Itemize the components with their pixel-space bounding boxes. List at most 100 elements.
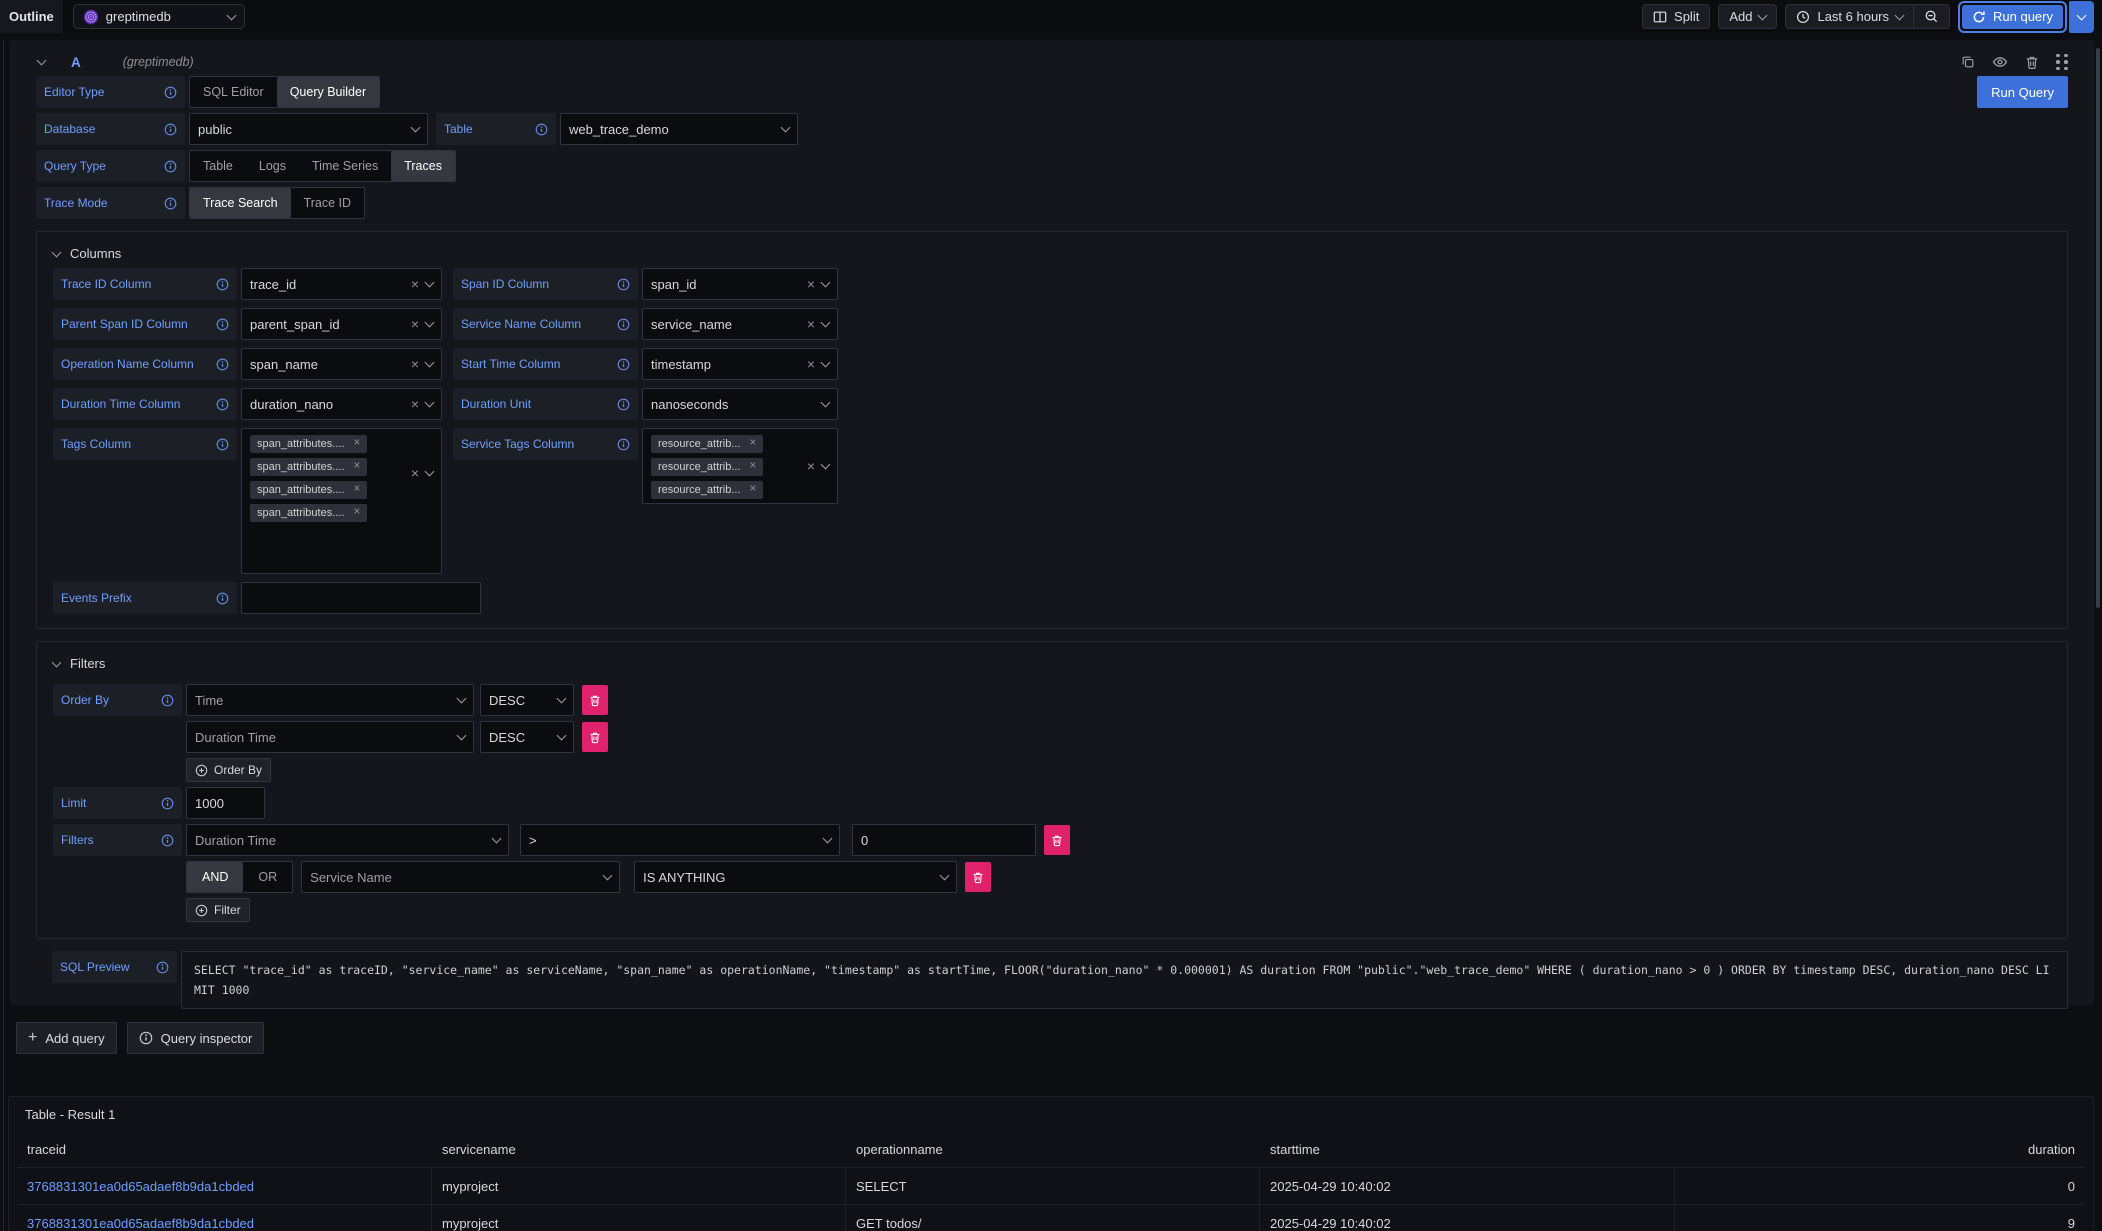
service-tag-chip[interactable]: resource_attrib...×: [651, 481, 763, 499]
info-icon[interactable]: [161, 694, 174, 707]
service-tag-chip[interactable]: resource_attrib...×: [651, 458, 763, 476]
clear-icon[interactable]: ×: [807, 317, 815, 331]
info-icon[interactable]: [216, 438, 229, 451]
run-query-button[interactable]: Run query: [1962, 5, 2063, 29]
info-icon[interactable]: [164, 160, 177, 173]
outline-button[interactable]: Outline: [0, 0, 63, 33]
run-query-editor-button[interactable]: Run Query: [1977, 76, 2068, 108]
filter-operator-select-2[interactable]: IS ANYTHING: [634, 861, 957, 893]
database-select[interactable]: public: [189, 113, 428, 145]
tag-chip[interactable]: span_attributes....×: [250, 435, 367, 453]
info-icon[interactable]: [216, 358, 229, 371]
filter-operator-select[interactable]: >: [520, 824, 840, 856]
info-icon[interactable]: [535, 123, 548, 136]
service-tags-column-multiselect[interactable]: resource_attrib...× resource_attrib...× …: [642, 428, 838, 504]
trace-mode-option-id[interactable]: Trace ID: [291, 188, 364, 218]
query-type-option-logs[interactable]: Logs: [246, 151, 299, 181]
filters-section-header[interactable]: Filters: [53, 648, 2051, 678]
column-header-traceid[interactable]: traceid: [17, 1131, 432, 1167]
clear-icon[interactable]: ×: [411, 277, 419, 291]
info-icon[interactable]: [216, 592, 229, 605]
datasource-picker[interactable]: greptimedb: [73, 4, 245, 29]
clear-icon[interactable]: ×: [411, 397, 419, 411]
info-icon[interactable]: [617, 358, 630, 371]
run-query-dropdown-button[interactable]: [2069, 1, 2094, 33]
column-header-duration[interactable]: duration: [1675, 1131, 2085, 1167]
trace-mode-option-search[interactable]: Trace Search: [190, 188, 291, 218]
remove-chip-icon[interactable]: ×: [750, 438, 757, 450]
clear-all-icon[interactable]: ×: [411, 466, 419, 480]
info-icon[interactable]: [164, 197, 177, 210]
remove-chip-icon[interactable]: ×: [353, 507, 360, 519]
query-type-option-traces[interactable]: Traces: [391, 151, 455, 181]
remove-chip-icon[interactable]: ×: [750, 461, 757, 473]
logic-option-or[interactable]: OR: [243, 862, 292, 892]
info-icon[interactable]: [617, 278, 630, 291]
editor-type-option-query-builder[interactable]: Query Builder: [277, 77, 379, 107]
hide-query-icon[interactable]: [1992, 54, 2008, 70]
remove-filter-button-1[interactable]: [1044, 825, 1070, 855]
table-select[interactable]: web_trace_demo: [560, 113, 798, 145]
add-query-button[interactable]: + Add query: [16, 1022, 117, 1054]
info-icon[interactable]: [617, 318, 630, 331]
duplicate-query-icon[interactable]: [1961, 55, 1975, 69]
remove-filter-button-2[interactable]: [965, 862, 991, 892]
editor-type-option-sql-editor[interactable]: SQL Editor: [190, 77, 277, 107]
clear-icon[interactable]: ×: [807, 357, 815, 371]
query-type-option-time-series[interactable]: Time Series: [299, 151, 391, 181]
filter-value-input[interactable]: [852, 824, 1036, 856]
trace-id-link[interactable]: 3768831301ea0d65adaef8b9da1cbded: [17, 1168, 432, 1204]
query-type-option-table[interactable]: Table: [190, 151, 246, 181]
remove-order-by-button-2[interactable]: [582, 722, 608, 752]
tags-column-multiselect[interactable]: span_attributes....× span_attributes....…: [241, 428, 442, 574]
add-button[interactable]: Add: [1718, 4, 1777, 29]
operation-name-column-select[interactable]: span_name×: [241, 348, 442, 380]
tag-chip[interactable]: span_attributes....×: [250, 481, 367, 499]
vertical-scrollbar[interactable]: [2096, 48, 2100, 608]
add-order-by-button[interactable]: Order By: [186, 758, 271, 782]
column-header-starttime[interactable]: starttime: [1260, 1131, 1675, 1167]
collapse-row-icon[interactable]: [37, 56, 47, 66]
column-header-operationname[interactable]: operationname: [846, 1131, 1260, 1167]
span-id-column-select[interactable]: span_id×: [642, 268, 838, 300]
clear-icon[interactable]: ×: [411, 357, 419, 371]
remove-chip-icon[interactable]: ×: [353, 461, 360, 473]
limit-input[interactable]: [186, 787, 265, 819]
remove-chip-icon[interactable]: ×: [353, 484, 360, 496]
order-by-direction-select-2[interactable]: DESC: [480, 721, 574, 753]
service-name-column-select[interactable]: service_name×: [642, 308, 838, 340]
service-tag-chip[interactable]: resource_attrib...×: [651, 435, 763, 453]
info-icon[interactable]: [216, 318, 229, 331]
delete-query-icon[interactable]: [2025, 55, 2039, 70]
info-icon[interactable]: [161, 834, 174, 847]
clear-icon[interactable]: ×: [411, 317, 419, 331]
order-by-direction-select-1[interactable]: DESC: [480, 684, 574, 716]
column-header-servicename[interactable]: servicename: [432, 1131, 846, 1167]
info-icon[interactable]: [164, 123, 177, 136]
info-icon[interactable]: [617, 398, 630, 411]
order-by-field-select-2[interactable]: Duration Time: [186, 721, 474, 753]
events-prefix-input[interactable]: [241, 582, 481, 614]
clear-all-icon[interactable]: ×: [807, 459, 815, 473]
time-range-picker[interactable]: Last 6 hours: [1785, 4, 1913, 29]
query-ref-id[interactable]: A: [71, 55, 81, 70]
tag-chip[interactable]: span_attributes....×: [250, 504, 367, 522]
split-button[interactable]: Split: [1642, 4, 1710, 29]
info-icon[interactable]: [164, 86, 177, 99]
filter-field-select-2[interactable]: Service Name: [301, 861, 620, 893]
logic-option-and[interactable]: AND: [187, 862, 243, 892]
zoom-out-time-button[interactable]: [1913, 4, 1950, 29]
trace-id-column-select[interactable]: trace_id×: [241, 268, 442, 300]
remove-order-by-button-1[interactable]: [582, 685, 608, 715]
duration-time-column-select[interactable]: duration_nano×: [241, 388, 442, 420]
remove-chip-icon[interactable]: ×: [750, 484, 757, 496]
query-inspector-button[interactable]: Query inspector: [127, 1022, 265, 1054]
add-filter-button[interactable]: Filter: [186, 898, 250, 922]
info-icon[interactable]: [161, 797, 174, 810]
order-by-field-select-1[interactable]: Time: [186, 684, 474, 716]
columns-section-header[interactable]: Columns: [53, 238, 2051, 268]
filter-field-select[interactable]: Duration Time: [186, 824, 509, 856]
trace-id-link[interactable]: 3768831301ea0d65adaef8b9da1cbded: [17, 1205, 432, 1231]
info-icon[interactable]: [216, 278, 229, 291]
info-icon[interactable]: [156, 961, 169, 974]
